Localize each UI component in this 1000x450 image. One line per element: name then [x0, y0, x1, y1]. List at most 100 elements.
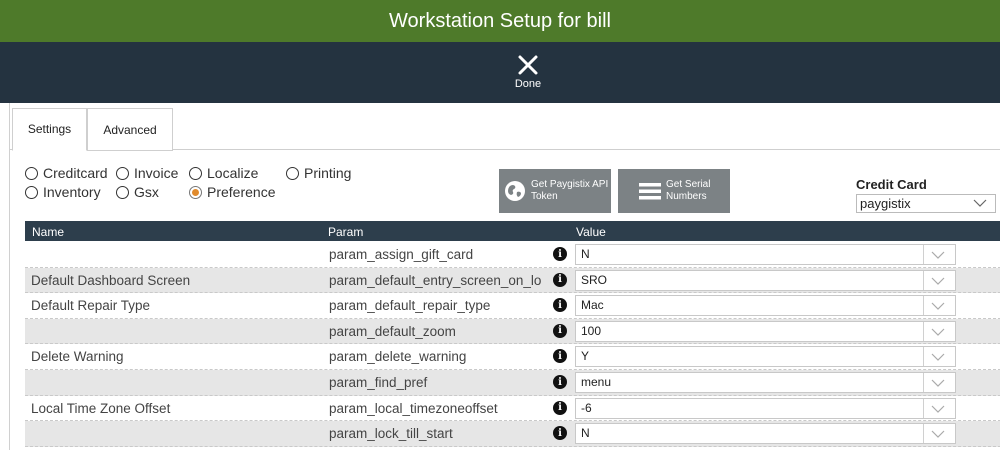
select-divider — [923, 347, 924, 367]
paygistix-button-line1: Get Paygistix API — [531, 179, 609, 190]
info-icon[interactable]: i — [553, 323, 567, 338]
column-header-param: Param — [328, 225, 364, 239]
row-param: param_find_pref — [329, 375, 428, 390]
table-row: Default Repair Type param_default_repair… — [25, 293, 1000, 319]
row-value: N — [581, 426, 590, 441]
chevron-down-icon — [931, 277, 945, 285]
select-divider — [923, 270, 924, 290]
globe-icon — [505, 181, 525, 201]
info-icon[interactable]: i — [553, 375, 567, 389]
row-value-select[interactable]: N — [575, 244, 956, 265]
radio-circle — [116, 185, 129, 199]
radio-localize[interactable]: Localize — [189, 165, 258, 181]
table-row: param_default_zoom i 100 — [25, 318, 1000, 345]
row-param: param_assign_gift_card — [329, 247, 474, 262]
radio-gsx[interactable]: Gsx — [116, 184, 159, 200]
row-value-select[interactable]: SRO — [575, 269, 956, 291]
radio-creditcard[interactable]: Creditcard — [25, 165, 108, 181]
info-icon[interactable]: i — [553, 272, 567, 287]
select-divider — [923, 424, 924, 444]
info-icon[interactable]: i — [553, 298, 567, 313]
paygistix-button-text: Get Paygistix API Token — [531, 179, 608, 203]
row-name: Local Time Zone Offset — [31, 400, 171, 416]
select-divider — [923, 321, 924, 341]
row-name: Delete Warning — [31, 349, 124, 365]
table-header: Name Param Value — [25, 221, 1000, 241]
row-param: param_local_timezoneoffset — [329, 400, 498, 416]
row-param: param_default_entry_screen_on_lo — [329, 272, 542, 288]
row-name: Default Repair Type — [31, 298, 151, 314]
row-value-select[interactable]: Mac — [575, 295, 956, 317]
done-label: Done — [514, 78, 542, 90]
chevron-down-icon — [973, 199, 987, 207]
column-header-name: Name — [32, 225, 65, 239]
tab-advanced-label: Advanced — [103, 122, 157, 137]
tab-bar: Settings Advanced — [10, 108, 1000, 151]
radio-label: Preference — [207, 184, 276, 200]
window-title: Workstation Setup for bill — [389, 9, 611, 32]
row-value: 100 — [581, 323, 602, 338]
serial-button-line2: Numbers — [666, 191, 707, 202]
chevron-down-icon — [931, 251, 945, 259]
tab-settings[interactable]: Settings — [12, 108, 87, 151]
serial-button-text: Get Serial Numbers — [666, 179, 710, 203]
radio-label: Localize — [207, 165, 259, 181]
tab-advanced[interactable]: Advanced — [87, 108, 173, 151]
row-value: N — [581, 247, 590, 261]
get-serial-numbers-button[interactable]: Get Serial Numbers — [618, 169, 730, 213]
radio-circle — [286, 166, 299, 180]
info-icon[interactable]: i — [553, 426, 567, 441]
settings-panel: Settings Advanced Creditcard Invoice Loc… — [9, 103, 1000, 450]
row-value-select[interactable]: Y — [575, 346, 956, 368]
row-param: param_default_repair_type — [329, 298, 491, 314]
table-row: Local Time Zone Offset param_local_timez… — [25, 396, 1000, 422]
get-paygistix-token-button[interactable]: Get Paygistix API Token — [499, 169, 611, 213]
row-value-select[interactable]: N — [575, 423, 956, 445]
toolbar: Done — [0, 42, 1000, 103]
table-row: param_lock_till_start i N — [25, 421, 1000, 447]
radio-circle — [189, 166, 202, 180]
radio-invoice[interactable]: Invoice — [116, 165, 178, 181]
table-row: Delete Warning param_delete_warning i Y — [25, 344, 1000, 370]
credit-card-processing-value: paygistix — [860, 196, 911, 211]
row-value: -6 — [581, 400, 592, 415]
table-row: Default Dashboard Screen param_default_e… — [25, 267, 1000, 294]
info-icon[interactable]: i — [553, 400, 567, 415]
chevron-down-icon — [931, 405, 945, 413]
row-value: SRO — [581, 272, 608, 287]
row-value: menu — [581, 375, 612, 389]
radio-label: Gsx — [134, 184, 159, 200]
done-button[interactable]: Done — [505, 54, 551, 94]
radio-label: Printing — [304, 165, 352, 181]
row-value-select[interactable]: 100 — [575, 320, 956, 342]
radio-preference[interactable]: Preference — [189, 184, 275, 200]
table-row: param_find_pref i menu — [25, 370, 1000, 396]
row-value: Y — [581, 349, 590, 364]
select-divider — [923, 245, 924, 264]
radio-circle — [116, 166, 129, 180]
info-icon[interactable]: i — [553, 247, 567, 261]
row-value: Mac — [581, 298, 604, 313]
chevron-down-icon — [931, 328, 945, 336]
row-name: Default Dashboard Screen — [31, 272, 191, 288]
row-value-select[interactable]: -6 — [575, 397, 956, 419]
radio-printing[interactable]: Printing — [286, 165, 351, 181]
list-icon — [639, 183, 661, 200]
radio-inventory[interactable]: Inventory — [25, 184, 101, 200]
table-row: param_assign_gift_card i N — [25, 242, 1000, 268]
radio-circle — [25, 166, 38, 180]
radio-label: Invoice — [134, 165, 179, 181]
chevron-down-icon — [931, 302, 945, 311]
info-icon[interactable]: i — [553, 349, 567, 364]
row-value-select[interactable]: menu — [575, 372, 956, 393]
window-title-bar: Workstation Setup for bill — [0, 0, 1000, 42]
chevron-down-icon — [931, 379, 945, 387]
row-param: param_delete_warning — [329, 349, 467, 365]
serial-button-line1: Get Serial — [666, 179, 711, 190]
paygistix-button-line2: Token — [531, 191, 558, 202]
select-divider — [923, 398, 924, 418]
close-icon — [518, 55, 538, 75]
chevron-down-icon — [931, 430, 945, 439]
row-param: param_default_zoom — [329, 323, 456, 339]
credit-card-processing-select[interactable]: paygistix — [856, 194, 996, 213]
